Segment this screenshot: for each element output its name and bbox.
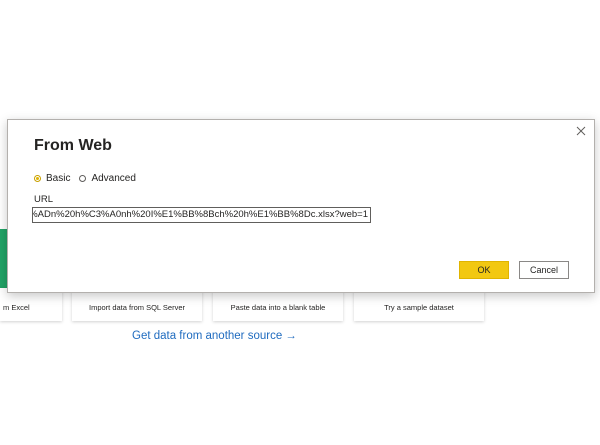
close-icon (576, 126, 586, 136)
tile-label: Try a sample dataset (384, 303, 454, 312)
dialog-title: From Web (34, 137, 112, 154)
radio-advanced-label: Advanced (91, 173, 136, 184)
get-data-another-source-link[interactable]: Get data from another source → (132, 330, 297, 342)
close-button[interactable] (574, 124, 588, 138)
url-input[interactable]: %ADn%20h%C3%A0nh%20I%E1%BB%8Bch%20h%E1%B… (32, 207, 371, 223)
cancel-button[interactable]: Cancel (519, 261, 569, 279)
radio-basic-label: Basic (46, 173, 71, 184)
mode-radio-group: Basic Advanced (34, 173, 145, 184)
tile-label: Paste data into a blank table (230, 303, 326, 312)
arrow-right-icon: → (285, 330, 297, 342)
cancel-button-label: Cancel (529, 265, 558, 275)
radio-unselected-icon (79, 175, 87, 182)
from-web-dialog: From Web Basic Advanced URL %ADn%20h%C3%… (7, 119, 595, 293)
radio-selected-icon (34, 175, 41, 182)
link-label: Get data from another source (132, 330, 283, 342)
tile-label: Import data from SQL Server (88, 303, 185, 312)
radio-advanced[interactable]: Advanced (79, 173, 136, 184)
url-label: URL (34, 194, 54, 205)
tile-label: m Excel (3, 303, 30, 312)
url-input-value: %ADn%20h%C3%A0nh%20I%E1%BB%8Bch%20h%E1%B… (32, 209, 368, 220)
ok-button[interactable]: OK (459, 261, 509, 279)
ok-button-label: OK (477, 265, 491, 275)
radio-basic[interactable]: Basic (34, 173, 70, 184)
